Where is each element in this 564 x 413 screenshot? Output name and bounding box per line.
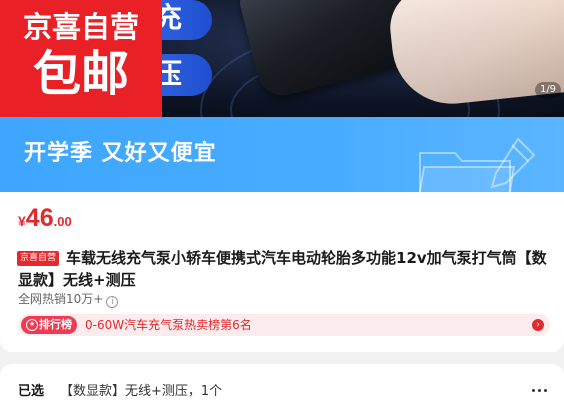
selected-options-row[interactable]: 已选 【数显款】无线+测压，1个: [0, 364, 564, 413]
price-decimal: .00: [53, 214, 72, 229]
sales-count: 全网热销10万+ i: [18, 291, 119, 308]
ranking-bar[interactable]: ★ 排行榜 0-60W汽车充气泵热卖榜第6名 ›: [18, 314, 550, 336]
selected-value: 【数显款】无线+测压，1个: [60, 384, 223, 399]
promo-banner[interactable]: 开学季 又好又便宜: [0, 117, 564, 192]
badge-free-shipping-text: 包邮: [32, 46, 129, 102]
badge-self-operated-text: 京喜自营: [22, 10, 139, 44]
chevron-right-icon[interactable]: ›: [532, 319, 544, 331]
ranking-tag-label: 排行榜: [39, 318, 72, 331]
price-currency: ¥: [18, 213, 26, 229]
free-shipping-badge: 京喜自营 包邮: [0, 0, 162, 117]
self-operated-tag: 京喜自营: [17, 251, 60, 266]
folder-pencil-icon: [418, 137, 536, 192]
selected-label: 已选: [18, 384, 45, 399]
product-price: ¥46.00: [18, 204, 72, 233]
more-icon[interactable]: [530, 386, 550, 396]
info-icon[interactable]: i: [106, 296, 119, 308]
product-title: 车载无线充气泵小轿车便携式汽车电动轮胎多功能12v加气泵打气筒【数显款】无线+测…: [18, 249, 547, 289]
ranking-text: 0-60W汽车充气泵热卖榜第6名: [85, 318, 252, 332]
price-integer: 46: [25, 204, 54, 232]
sales-count-text: 全网热销10万+: [18, 292, 104, 306]
product-info-card: ¥46.00 车载无线充气泵小轿车便携式汽车电动轮胎多功能12v加气泵打气筒【数…: [0, 192, 564, 352]
product-detail-page: 充 压 1/9 京喜自营 包邮 开学季 又好又便宜 ¥46.00 车载无线充气泵…: [0, 0, 564, 413]
promo-text: 开学季 又好又便宜: [24, 141, 217, 166]
ranking-tag: ★ 排行榜: [21, 316, 77, 334]
image-counter: 1/9: [535, 82, 561, 98]
trophy-icon: ★: [26, 319, 38, 331]
